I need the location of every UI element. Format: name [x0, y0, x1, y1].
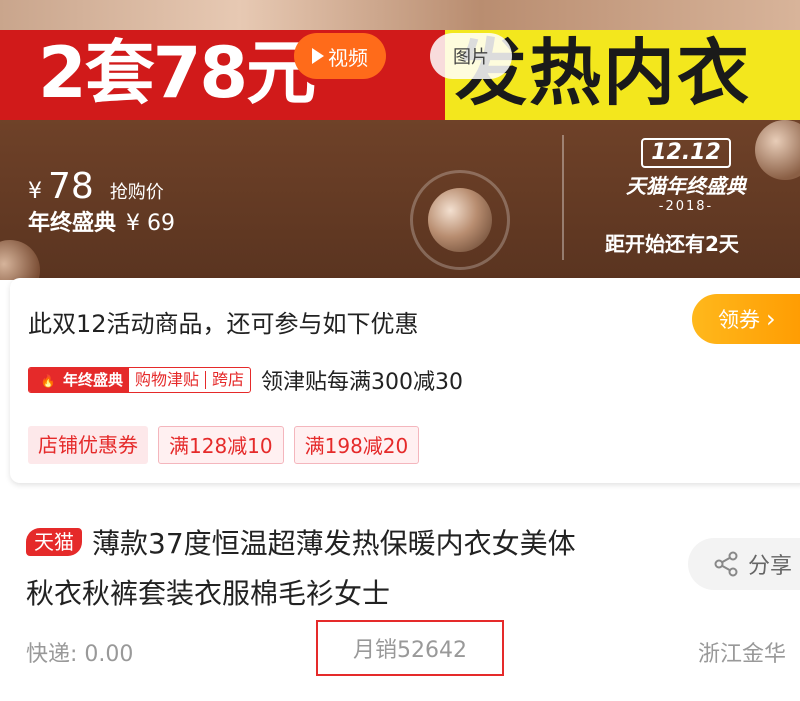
video-button[interactable]: 视频 [294, 33, 386, 79]
event-price-value: ¥ 69 [126, 211, 175, 236]
product-title-text: 薄款37度恒温超薄发热保暖内衣女美体 [92, 527, 576, 560]
product-title-line1: 天猫 薄款37度恒温超薄发热保暖内衣女美体 [26, 522, 576, 562]
event-countdown: 距开始还有2天 [605, 232, 739, 256]
product-hero-image[interactable]: 2套78元 发热内衣 视频 图片 ¥ 78 抢购价 年终盛典 ¥ 69 12.1… [0, 0, 800, 280]
flash-price-tag: 抢购价 [109, 182, 164, 203]
play-icon [312, 48, 324, 64]
shopping-subsidy-badge: 🔥 年终盛典 购物津贴 跨店 [28, 367, 252, 393]
share-icon [714, 551, 738, 577]
shipping-fee: 快递: 0.00 [26, 642, 134, 667]
monthly-sales: 月销52642 [316, 620, 504, 676]
product-info: 天猫 薄款37度恒温超薄发热保暖内衣女美体 秋衣秋裤套装衣服棉毛衫女士 分享 快… [0, 490, 800, 701]
event-logo-year: -2018- [658, 199, 714, 214]
product-title-line2: 秋衣秋裤套装衣服棉毛衫女士 [26, 577, 391, 610]
promotion-card: 此双12活动商品，还可参与如下优惠 领券 › 🔥 年终盛典 购物津贴 跨店 领津贴… [10, 278, 800, 483]
get-coupon-button[interactable]: 领券 › [692, 294, 800, 344]
event-price-label: 年终盛典 [28, 211, 117, 236]
event-logo-date: 12.12 [641, 138, 731, 168]
promotion-title: 此双12活动商品，还可参与如下优惠 [28, 310, 419, 338]
video-button-label: 视频 [328, 45, 368, 70]
decorative-pearl-left [0, 240, 40, 280]
currency-symbol: ¥ [28, 179, 42, 204]
event-badge-label: 🔥 年终盛典 [29, 368, 130, 392]
shopping-subsidy-row[interactable]: 🔥 年终盛典 购物津贴 跨店 领津贴每满300减30 [28, 364, 463, 396]
get-coupon-label: 领券 [718, 308, 760, 332]
flame-icon: 🔥 [37, 369, 59, 392]
coupon-chip[interactable]: 满128减10 [158, 426, 284, 464]
hero-banner-offer-text: 2套78元 [38, 32, 316, 114]
event-logo: 12.12 天猫年终盛典 -2018- [612, 138, 760, 214]
image-button[interactable]: 图片 [430, 33, 512, 79]
tmall-badge: 天猫 [26, 528, 82, 556]
subsidy-badge-segment: 购物津贴 [135, 370, 200, 389]
event-logo-name: 天猫年终盛典 [626, 174, 746, 198]
decorative-pearl-right [755, 120, 800, 180]
store-coupon-label: 店铺优惠券 [28, 426, 148, 464]
image-button-label: 图片 [453, 47, 489, 68]
cross-store-segment: 跨店 [212, 370, 245, 389]
coupon-chip[interactable]: 满198减20 [293, 426, 420, 464]
ship-from-location: 浙江金华 [697, 642, 786, 667]
subsidy-description: 领津贴每满300减30 [261, 370, 464, 395]
chevron-right-icon: › [766, 305, 776, 333]
event-price: 年终盛典 ¥ 69 [28, 205, 175, 237]
share-label: 分享 [748, 554, 793, 579]
hero-divider [562, 135, 564, 260]
flash-price-value: 78 [48, 166, 94, 207]
store-coupon-row: 店铺优惠券 满128减10 满198减20 [28, 426, 420, 464]
flash-price: ¥ 78 抢购价 [28, 166, 164, 207]
decorative-pearl [428, 188, 492, 252]
share-button[interactable]: 分享 [688, 538, 800, 590]
